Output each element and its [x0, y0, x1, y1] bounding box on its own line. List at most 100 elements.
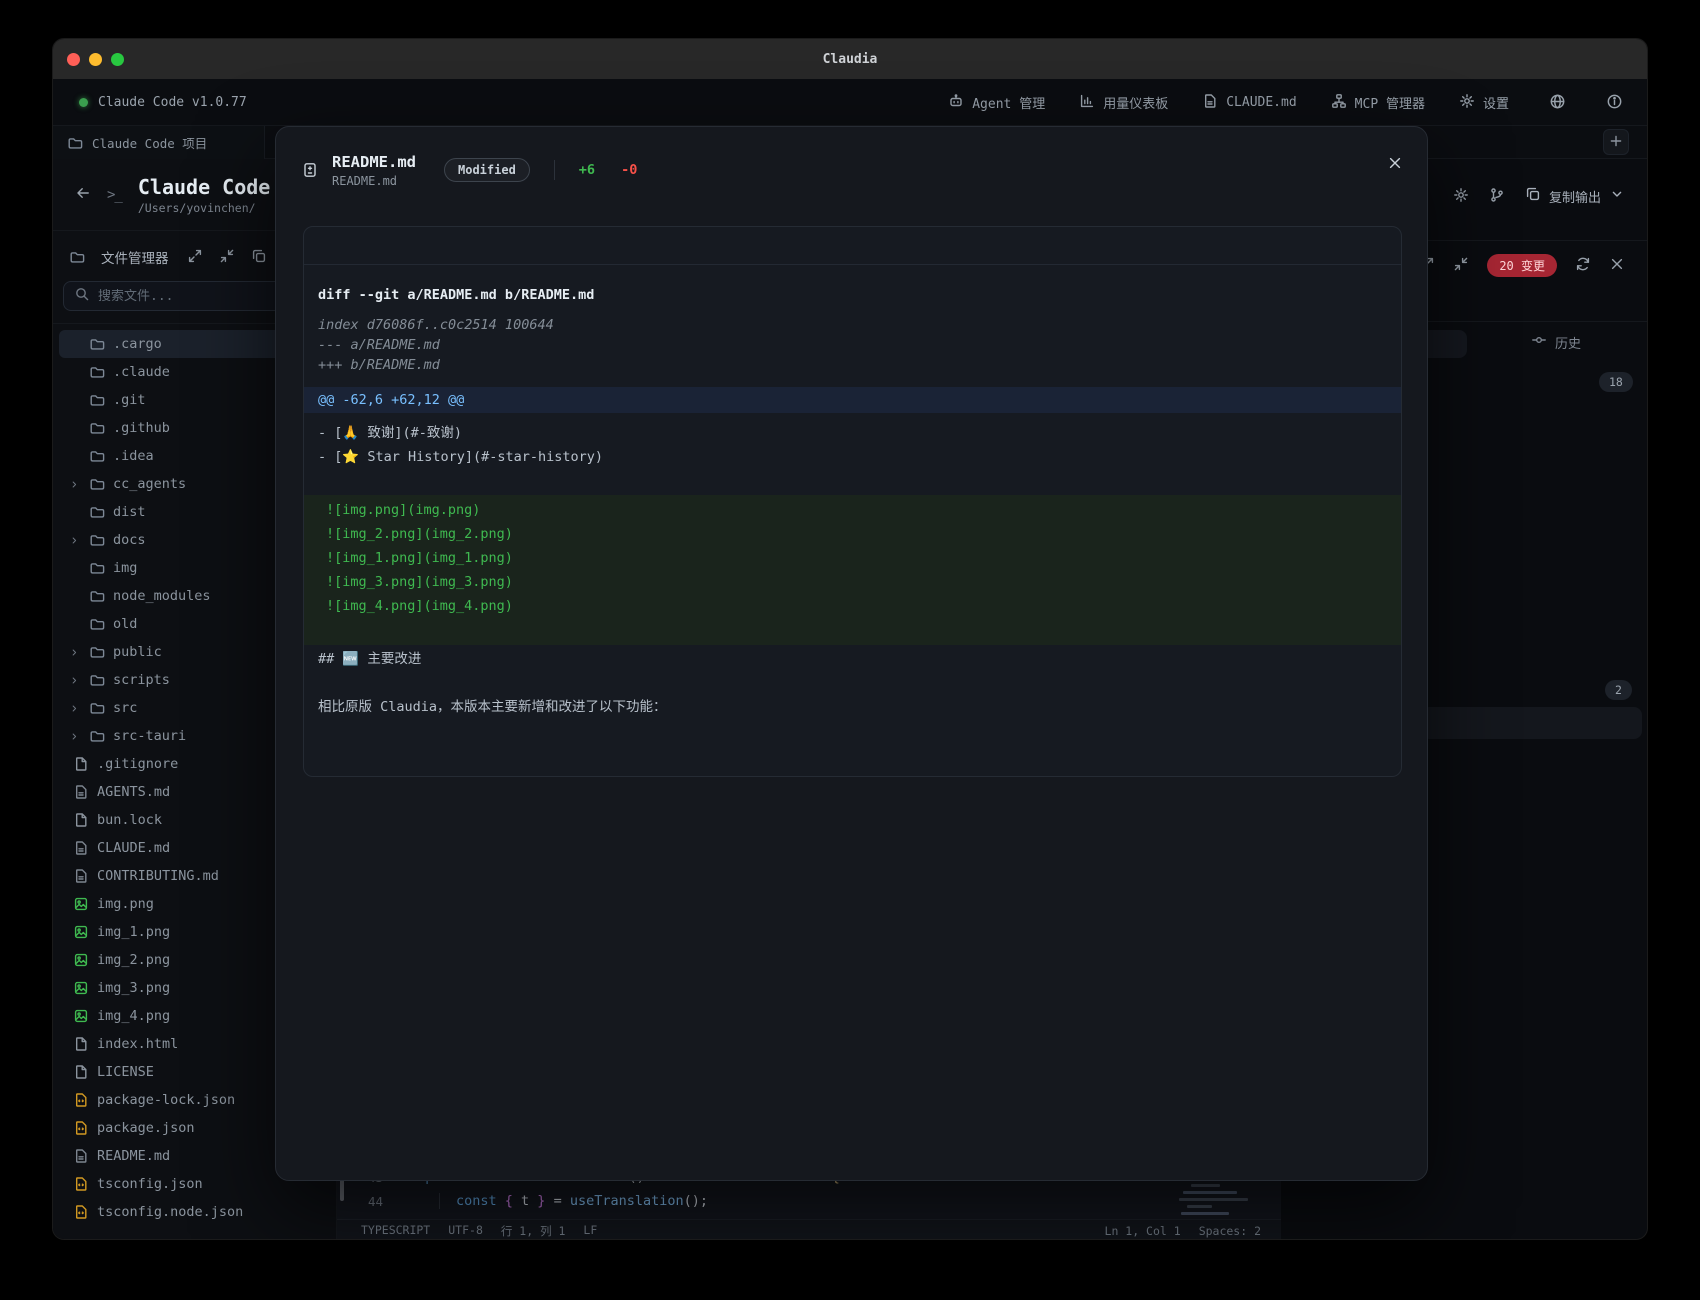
- diff-meta-line: --- a/README.md: [304, 335, 1401, 355]
- collapse-icon: [219, 248, 235, 267]
- selected-change-row[interactable]: [1421, 707, 1642, 739]
- tree-item-label: img: [113, 560, 137, 576]
- folder-icon: [89, 672, 105, 688]
- copy-output-label: 复制输出: [1549, 187, 1601, 206]
- panel-divider: [1393, 321, 1647, 322]
- folder-icon: [89, 644, 105, 660]
- desktop: Claudia Claude Code v1.0.77 Agent 管理用量仪表…: [0, 0, 1700, 1300]
- folder-icon: [67, 135, 83, 151]
- project-name: Claude Code: [138, 175, 270, 199]
- file-icon: [73, 1036, 89, 1052]
- window-title: Claudia: [53, 52, 1647, 67]
- chevron-right-icon: [69, 731, 81, 742]
- tree-item-label: index.html: [97, 1036, 178, 1052]
- tab-claude-code-project[interactable]: Claude Code 项目: [53, 126, 265, 159]
- json-icon: [73, 1120, 89, 1136]
- status-item: Spaces: 2: [1199, 1224, 1261, 1238]
- toolbar-nav-doc[interactable]: CLAUDE.md: [1202, 93, 1296, 113]
- toolbar-nav-network[interactable]: MCP 管理器: [1331, 93, 1425, 113]
- diff-card: diff --git a/README.md b/README.md index…: [303, 226, 1402, 777]
- json-icon: [73, 1176, 89, 1192]
- copy-output-button[interactable]: 复制输出: [1525, 186, 1625, 206]
- globe-button[interactable]: [1549, 93, 1566, 113]
- close-panel-button[interactable]: [1609, 256, 1625, 275]
- tree-item-label: .gitignore: [97, 756, 178, 772]
- output-settings-button[interactable]: [1453, 187, 1469, 206]
- close-modal-button[interactable]: [1387, 155, 1403, 174]
- tree-item-label: .claude: [113, 364, 170, 380]
- git-branch-button[interactable]: [1489, 187, 1505, 206]
- refresh-button[interactable]: [1575, 256, 1591, 275]
- toolbar-nav-agent[interactable]: Agent 管理: [948, 93, 1045, 113]
- search-icon: [74, 286, 90, 306]
- diff-git-header: diff --git a/README.md b/README.md: [304, 279, 1401, 315]
- info-button[interactable]: [1606, 93, 1623, 113]
- tree-item-label: CONTRIBUTING.md: [97, 868, 219, 884]
- toolbar-nav-gear[interactable]: 设置: [1459, 93, 1509, 113]
- folder-icon: [89, 476, 105, 492]
- file-changes-badge: 18: [1599, 372, 1633, 392]
- tree-item-label: dist: [113, 504, 146, 520]
- tree-item-label: package-lock.json: [97, 1092, 235, 1108]
- diff-context-line: [304, 671, 1401, 695]
- tab-label: Claude Code 项目: [92, 133, 207, 152]
- json-icon: [73, 1092, 89, 1108]
- tree-item-label: package.json: [97, 1120, 195, 1136]
- minimap-bar: [1181, 1212, 1229, 1215]
- diff-body: diff --git a/README.md b/README.md index…: [304, 265, 1401, 739]
- diff-context-line: - [⭐ Star History](#-star-history): [304, 445, 1401, 469]
- tree-item-label: LICENSE: [97, 1064, 154, 1080]
- modified-badge: Modified: [444, 158, 530, 182]
- diff-added-line: [304, 618, 1401, 642]
- minimap-bar: [1183, 1191, 1237, 1194]
- image-icon: [73, 1008, 89, 1024]
- diff-meta-line: index d76086f..c0c2514 100644: [304, 315, 1401, 335]
- tree-item-label: img_4.png: [97, 1008, 170, 1024]
- md-icon: [73, 868, 89, 884]
- status-item: Ln 1, Col 1: [1105, 1224, 1181, 1238]
- copy-icon: [251, 248, 267, 267]
- diff-added-line: ![img.png](img.png): [304, 498, 1401, 522]
- new-tab-button[interactable]: [1603, 129, 1629, 155]
- tree-item-label: img.png: [97, 896, 154, 912]
- diff-file-meta: README.md README.md: [332, 153, 416, 188]
- tree-item-tsconfig.node.json[interactable]: tsconfig.node.json: [59, 1198, 330, 1226]
- refresh-icon: [1575, 256, 1591, 275]
- diff-context-line: 相比原版 Claudia，本版本主要新增和改进了以下功能：: [304, 695, 1401, 719]
- expand-panel-button[interactable]: [187, 248, 203, 267]
- globe-icon: [1549, 93, 1566, 113]
- chevron-right-icon: [69, 647, 81, 658]
- copy-icon: [1525, 186, 1541, 206]
- status-item: UTF-8: [448, 1223, 483, 1239]
- tree-item-label: AGENTS.md: [97, 784, 170, 800]
- folder-icon: [89, 728, 105, 744]
- app-toolbar: Claude Code v1.0.77 Agent 管理用量仪表板CLAUDE.…: [53, 79, 1647, 126]
- tree-item-label: cc_agents: [113, 476, 186, 492]
- changes-count-badge: 20 变更: [1487, 254, 1557, 277]
- titlebar: Claudia: [53, 39, 1647, 79]
- image-icon: [73, 924, 89, 940]
- folder-icon: [89, 532, 105, 548]
- back-button[interactable]: [75, 185, 91, 204]
- history-tab[interactable]: 历史: [1531, 332, 1581, 352]
- diff-context-line: ## 🆕 主要改进: [304, 647, 1401, 671]
- toolbar-nav-chart[interactable]: 用量仪表板: [1079, 93, 1168, 113]
- diff-context-line: - [🙏 致谢](#-致谢): [304, 421, 1401, 445]
- minimap-bar: [1191, 1184, 1220, 1187]
- tree-item-label: .github: [113, 420, 170, 436]
- tree-item-label: scripts: [113, 672, 170, 688]
- copy-path-button[interactable]: [251, 248, 267, 267]
- folder-icon: [89, 700, 105, 716]
- plus-icon: [1608, 133, 1624, 152]
- file-icon: [73, 812, 89, 828]
- file-icon: [73, 1064, 89, 1080]
- code-line-44[interactable]: 44const { t } = useTranslation();: [337, 1189, 1177, 1213]
- chevron-down-icon: [1609, 186, 1625, 206]
- additions-count: +6: [579, 162, 595, 178]
- diff-added-block: ![img.png](img.png)![img_2.png](img_2.pn…: [304, 495, 1401, 645]
- minimize-panel-button[interactable]: [1453, 256, 1469, 275]
- tree-item-label: tsconfig.json: [97, 1176, 203, 1192]
- collapse-panel-button[interactable]: [219, 248, 235, 267]
- changes-toolbar: 20 变更: [1419, 254, 1625, 277]
- diff-added-line: ![img_1.png](img_1.png): [304, 546, 1401, 570]
